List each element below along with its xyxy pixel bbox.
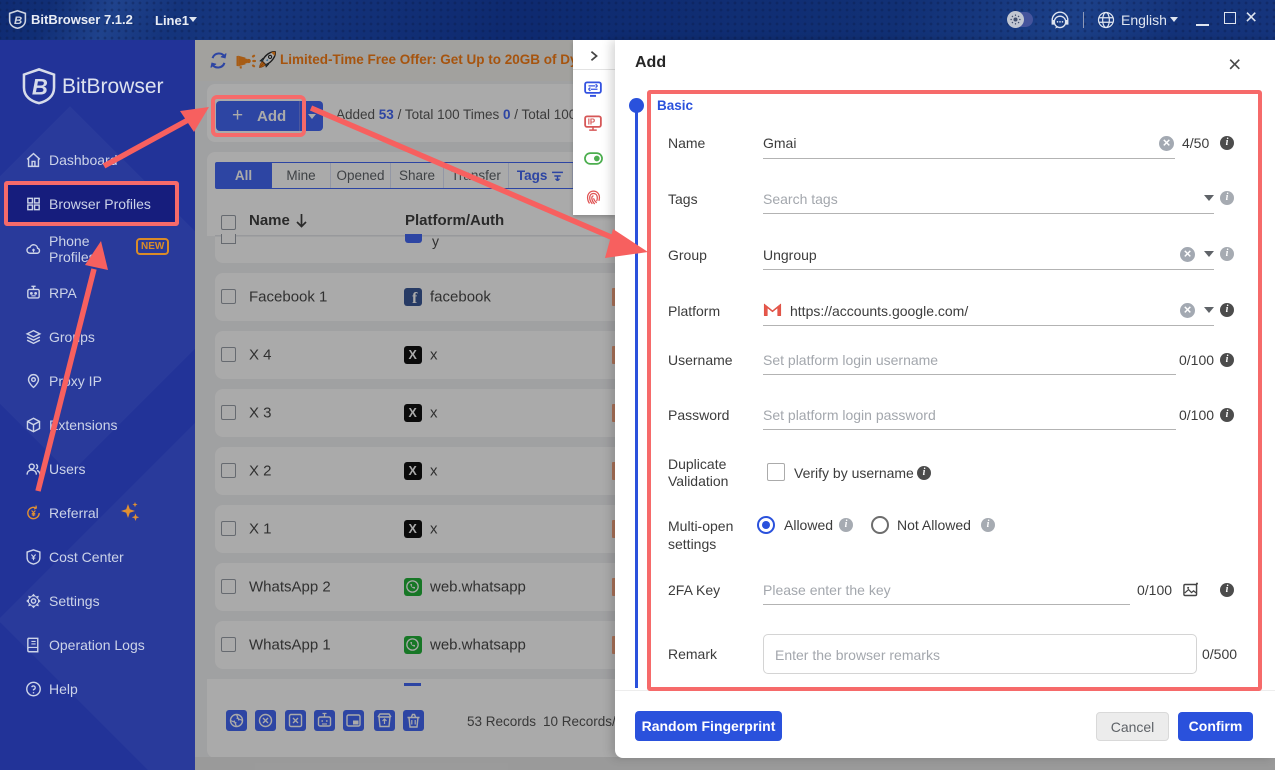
svg-text:B: B bbox=[14, 15, 22, 27]
svg-text:IP: IP bbox=[588, 118, 595, 127]
svg-text:B: B bbox=[32, 75, 48, 100]
